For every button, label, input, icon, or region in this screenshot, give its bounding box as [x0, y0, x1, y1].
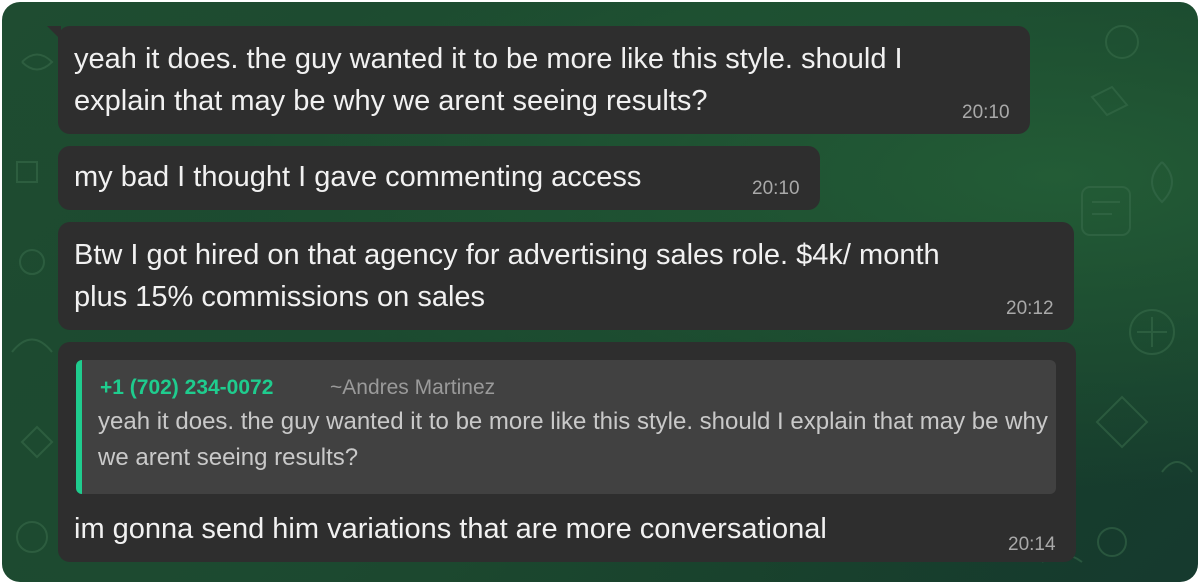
chat-window: yeah it does. the guy wanted it to be mo… — [2, 2, 1198, 582]
message-text: im gonna send him variations that are mo… — [74, 513, 827, 545]
message-bubble[interactable]: yeah it does. the guy wanted it to be mo… — [47, 26, 1030, 134]
message-text: my bad I thought I gave commenting acces… — [74, 161, 642, 193]
quoted-author-phone[interactable]: +1 (702) 234-0072 — [100, 374, 273, 402]
message-timestamp: 20:12 — [1006, 298, 1054, 319]
message-text: Btw I got hired on that agency for adver… — [74, 239, 940, 313]
quote-accent-bar — [76, 360, 82, 494]
message-bubble[interactable]: Btw I got hired on that agency for adver… — [58, 222, 1074, 330]
message-bubble[interactable]: my bad I thought I gave commenting acces… — [58, 146, 820, 210]
quoted-message[interactable]: +1 (702) 234-0072 ~Andres Martinez yeah … — [76, 360, 1056, 494]
message-timestamp: 20:14 — [1008, 534, 1056, 555]
message-timestamp: 20:10 — [752, 178, 800, 199]
message-text: yeah it does. the guy wanted it to be mo… — [74, 43, 903, 117]
quoted-text: yeah it does. the guy wanted it to be mo… — [98, 408, 1048, 471]
message-timestamp: 20:10 — [962, 102, 1010, 123]
bubble-tail — [47, 26, 61, 40]
quoted-author-name: ~Andres Martinez — [330, 376, 496, 399]
message-bubble[interactable]: +1 (702) 234-0072 ~Andres Martinez yeah … — [58, 342, 1076, 562]
